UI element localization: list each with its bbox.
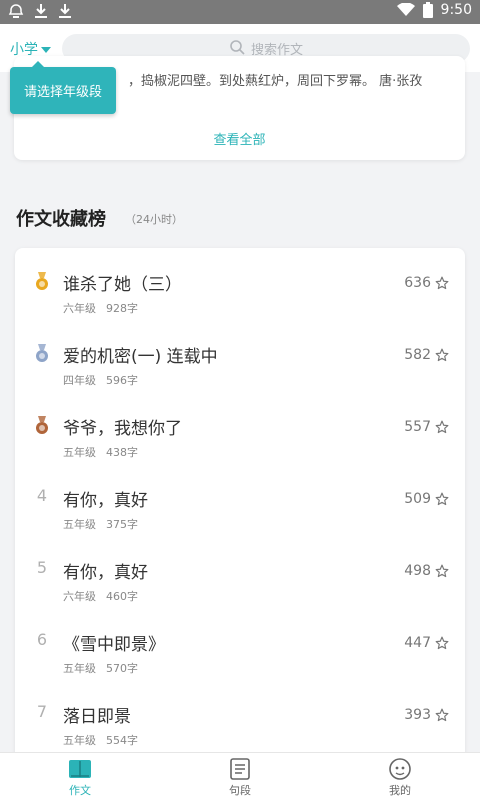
essay-word-count: 375字 xyxy=(106,518,138,531)
essay-grade: 五年级 xyxy=(63,734,96,747)
essay-meta: 六年级 928字 xyxy=(63,300,138,316)
caret-down-icon xyxy=(41,47,51,53)
essay-word-count: 596字 xyxy=(106,374,138,387)
essay-grade: 六年级 xyxy=(63,302,96,315)
favorite-count: 393 xyxy=(404,707,431,723)
star-icon[interactable] xyxy=(435,491,449,510)
essay-title: 有你，真好 xyxy=(63,491,148,511)
essay-word-count: 928字 xyxy=(106,302,138,315)
essay-title: 爷爷，我想你了 xyxy=(63,419,182,439)
silver-medal-icon xyxy=(34,344,50,368)
essay-title: 谁杀了她（三） xyxy=(63,275,182,295)
ranking-row[interactable]: 4 有你，真好五年级 375字 509 xyxy=(15,474,465,546)
star-icon[interactable] xyxy=(435,419,449,438)
download-icon xyxy=(34,3,48,19)
wifi-icon xyxy=(396,3,415,17)
star-icon[interactable] xyxy=(435,275,449,294)
bronze-medal-icon xyxy=(34,416,50,440)
rank-number: 5 xyxy=(36,558,48,577)
favorite-count: 509 xyxy=(404,491,431,507)
star-icon[interactable] xyxy=(435,347,449,366)
favorite-count: 498 xyxy=(404,563,431,579)
essay-grade: 五年级 xyxy=(63,662,96,675)
book-icon xyxy=(68,758,92,782)
view-all-link[interactable]: 查看全部 xyxy=(14,129,465,148)
ranking-row[interactable]: 爱的机密(一) 连载中四年级 596字 582 xyxy=(15,330,465,402)
rank-number: 7 xyxy=(36,702,48,721)
section-title: 作文收藏榜 xyxy=(16,209,106,230)
ranking-row[interactable]: 爷爷，我想你了五年级 438字 557 xyxy=(15,402,465,474)
essay-title: 有你，真好 xyxy=(63,563,148,583)
document-icon xyxy=(229,758,251,782)
star-icon[interactable] xyxy=(435,707,449,726)
favorite-count: 636 xyxy=(404,275,431,291)
favorite-count: 557 xyxy=(404,419,431,435)
download-icon xyxy=(58,3,72,19)
grade-tooltip[interactable]: 请选择年级段 xyxy=(10,61,116,114)
ranking-row[interactable]: 5 有你，真好六年级 460字 498 xyxy=(15,546,465,618)
essay-word-count: 438字 xyxy=(106,446,138,459)
status-bar: 9:50 xyxy=(0,0,480,24)
star-icon[interactable] xyxy=(435,563,449,582)
star-icon[interactable] xyxy=(435,635,449,654)
essay-title: 《雪中即景》 xyxy=(63,635,165,655)
tab-essay[interactable]: 作文 xyxy=(0,753,160,800)
tab-mine[interactable]: 我的 xyxy=(320,753,480,800)
favorite-count: 582 xyxy=(404,347,431,363)
essay-grade: 四年级 xyxy=(63,374,96,387)
essay-meta: 五年级 570字 xyxy=(63,660,138,676)
rank-number: 6 xyxy=(36,630,48,649)
essay-word-count: 554字 xyxy=(106,734,138,747)
ranking-row[interactable]: 6 《雪中即景》五年级 570字 447 xyxy=(15,618,465,690)
essay-title: 落日即景 xyxy=(63,707,131,727)
essay-meta: 五年级 438字 xyxy=(63,444,138,460)
ranking-list: 谁杀了她（三） 六年级 928字 636 爱的机密(一) 连载中四年级 596字 582 爷爷… xyxy=(15,248,465,778)
battery-icon xyxy=(422,2,433,18)
tab-label: 句段 xyxy=(229,784,251,797)
essay-word-count: 570字 xyxy=(106,662,138,675)
essay-meta: 五年级 375字 xyxy=(63,516,138,532)
notification-icon xyxy=(8,3,24,19)
face-icon xyxy=(388,758,412,782)
essay-grade: 六年级 xyxy=(63,590,96,603)
essay-grade: 五年级 xyxy=(63,446,96,459)
essay-title: 爱的机密(一) 连载中 xyxy=(63,347,218,367)
essay-grade: 五年级 xyxy=(63,518,96,531)
favorite-count: 447 xyxy=(404,635,431,651)
tab-label: 作文 xyxy=(69,784,91,797)
essay-word-count: 460字 xyxy=(106,590,138,603)
essay-meta: 五年级 554字 xyxy=(63,732,138,748)
gold-medal-icon xyxy=(34,272,50,296)
tab-label: 我的 xyxy=(389,784,411,797)
essay-meta: 四年级 596字 xyxy=(63,372,138,388)
section-subtitle: （24小时） xyxy=(125,213,183,226)
rank-number: 4 xyxy=(36,486,48,505)
essay-meta: 六年级 460字 xyxy=(63,588,138,604)
tab-sentence[interactable]: 句段 xyxy=(160,753,320,800)
ranking-row[interactable]: 谁杀了她（三） 六年级 928字 636 xyxy=(15,258,465,330)
clock-time: 9:50 xyxy=(440,2,472,18)
bottom-tab-bar: 作文 句段 我的 xyxy=(0,752,480,800)
